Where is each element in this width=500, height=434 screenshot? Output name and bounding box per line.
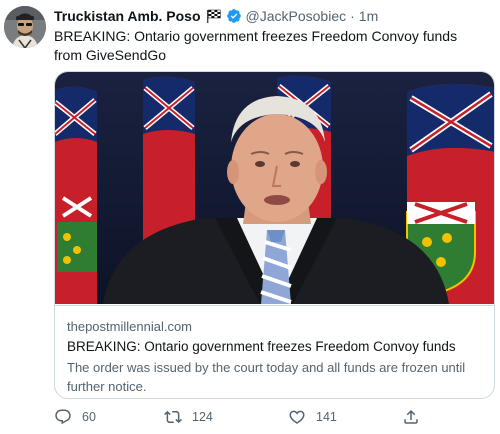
retweet-button[interactable]: 124 <box>164 406 213 428</box>
tweet[interactable]: Truckistan Amb. Poso @JackPosobiec · 1m … <box>0 0 500 434</box>
like-button[interactable]: 141 <box>288 406 337 428</box>
reply-button[interactable]: 60 <box>54 406 96 428</box>
card-body: thepostmillennial.com BREAKING: Ontario … <box>55 305 494 396</box>
card-description: The order was issued by the court today … <box>67 360 466 394</box>
card-title[interactable]: BREAKING: Ontario government freezes Fre… <box>67 338 484 356</box>
card-domain: thepostmillennial.com <box>67 319 193 334</box>
verified-badge-icon <box>226 8 242 24</box>
author-handle[interactable]: @JackPosobiec <box>246 8 347 24</box>
tweet-header: Truckistan Amb. Poso @JackPosobiec · 1m <box>54 6 378 26</box>
tweet-timestamp[interactable]: 1m <box>359 8 378 24</box>
share-icon <box>402 408 420 426</box>
reply-count: 60 <box>82 410 96 424</box>
like-count: 141 <box>316 410 337 424</box>
tweet-actions: 60 124 141 <box>48 406 448 428</box>
retweet-icon <box>164 408 182 426</box>
share-button[interactable] <box>402 406 420 428</box>
retweet-count: 124 <box>192 410 213 424</box>
header-separator: · <box>350 8 355 24</box>
checkered-flag-icon <box>206 9 222 23</box>
link-card[interactable]: thepostmillennial.com BREAKING: Ontario … <box>54 71 495 399</box>
card-image[interactable] <box>55 72 494 304</box>
avatar[interactable] <box>4 6 46 48</box>
reply-icon <box>54 408 72 426</box>
heart-icon <box>288 408 306 426</box>
author-display-name[interactable]: Truckistan Amb. Poso <box>54 8 201 24</box>
tweet-text: BREAKING: Ontario government freezes Fre… <box>54 28 458 63</box>
